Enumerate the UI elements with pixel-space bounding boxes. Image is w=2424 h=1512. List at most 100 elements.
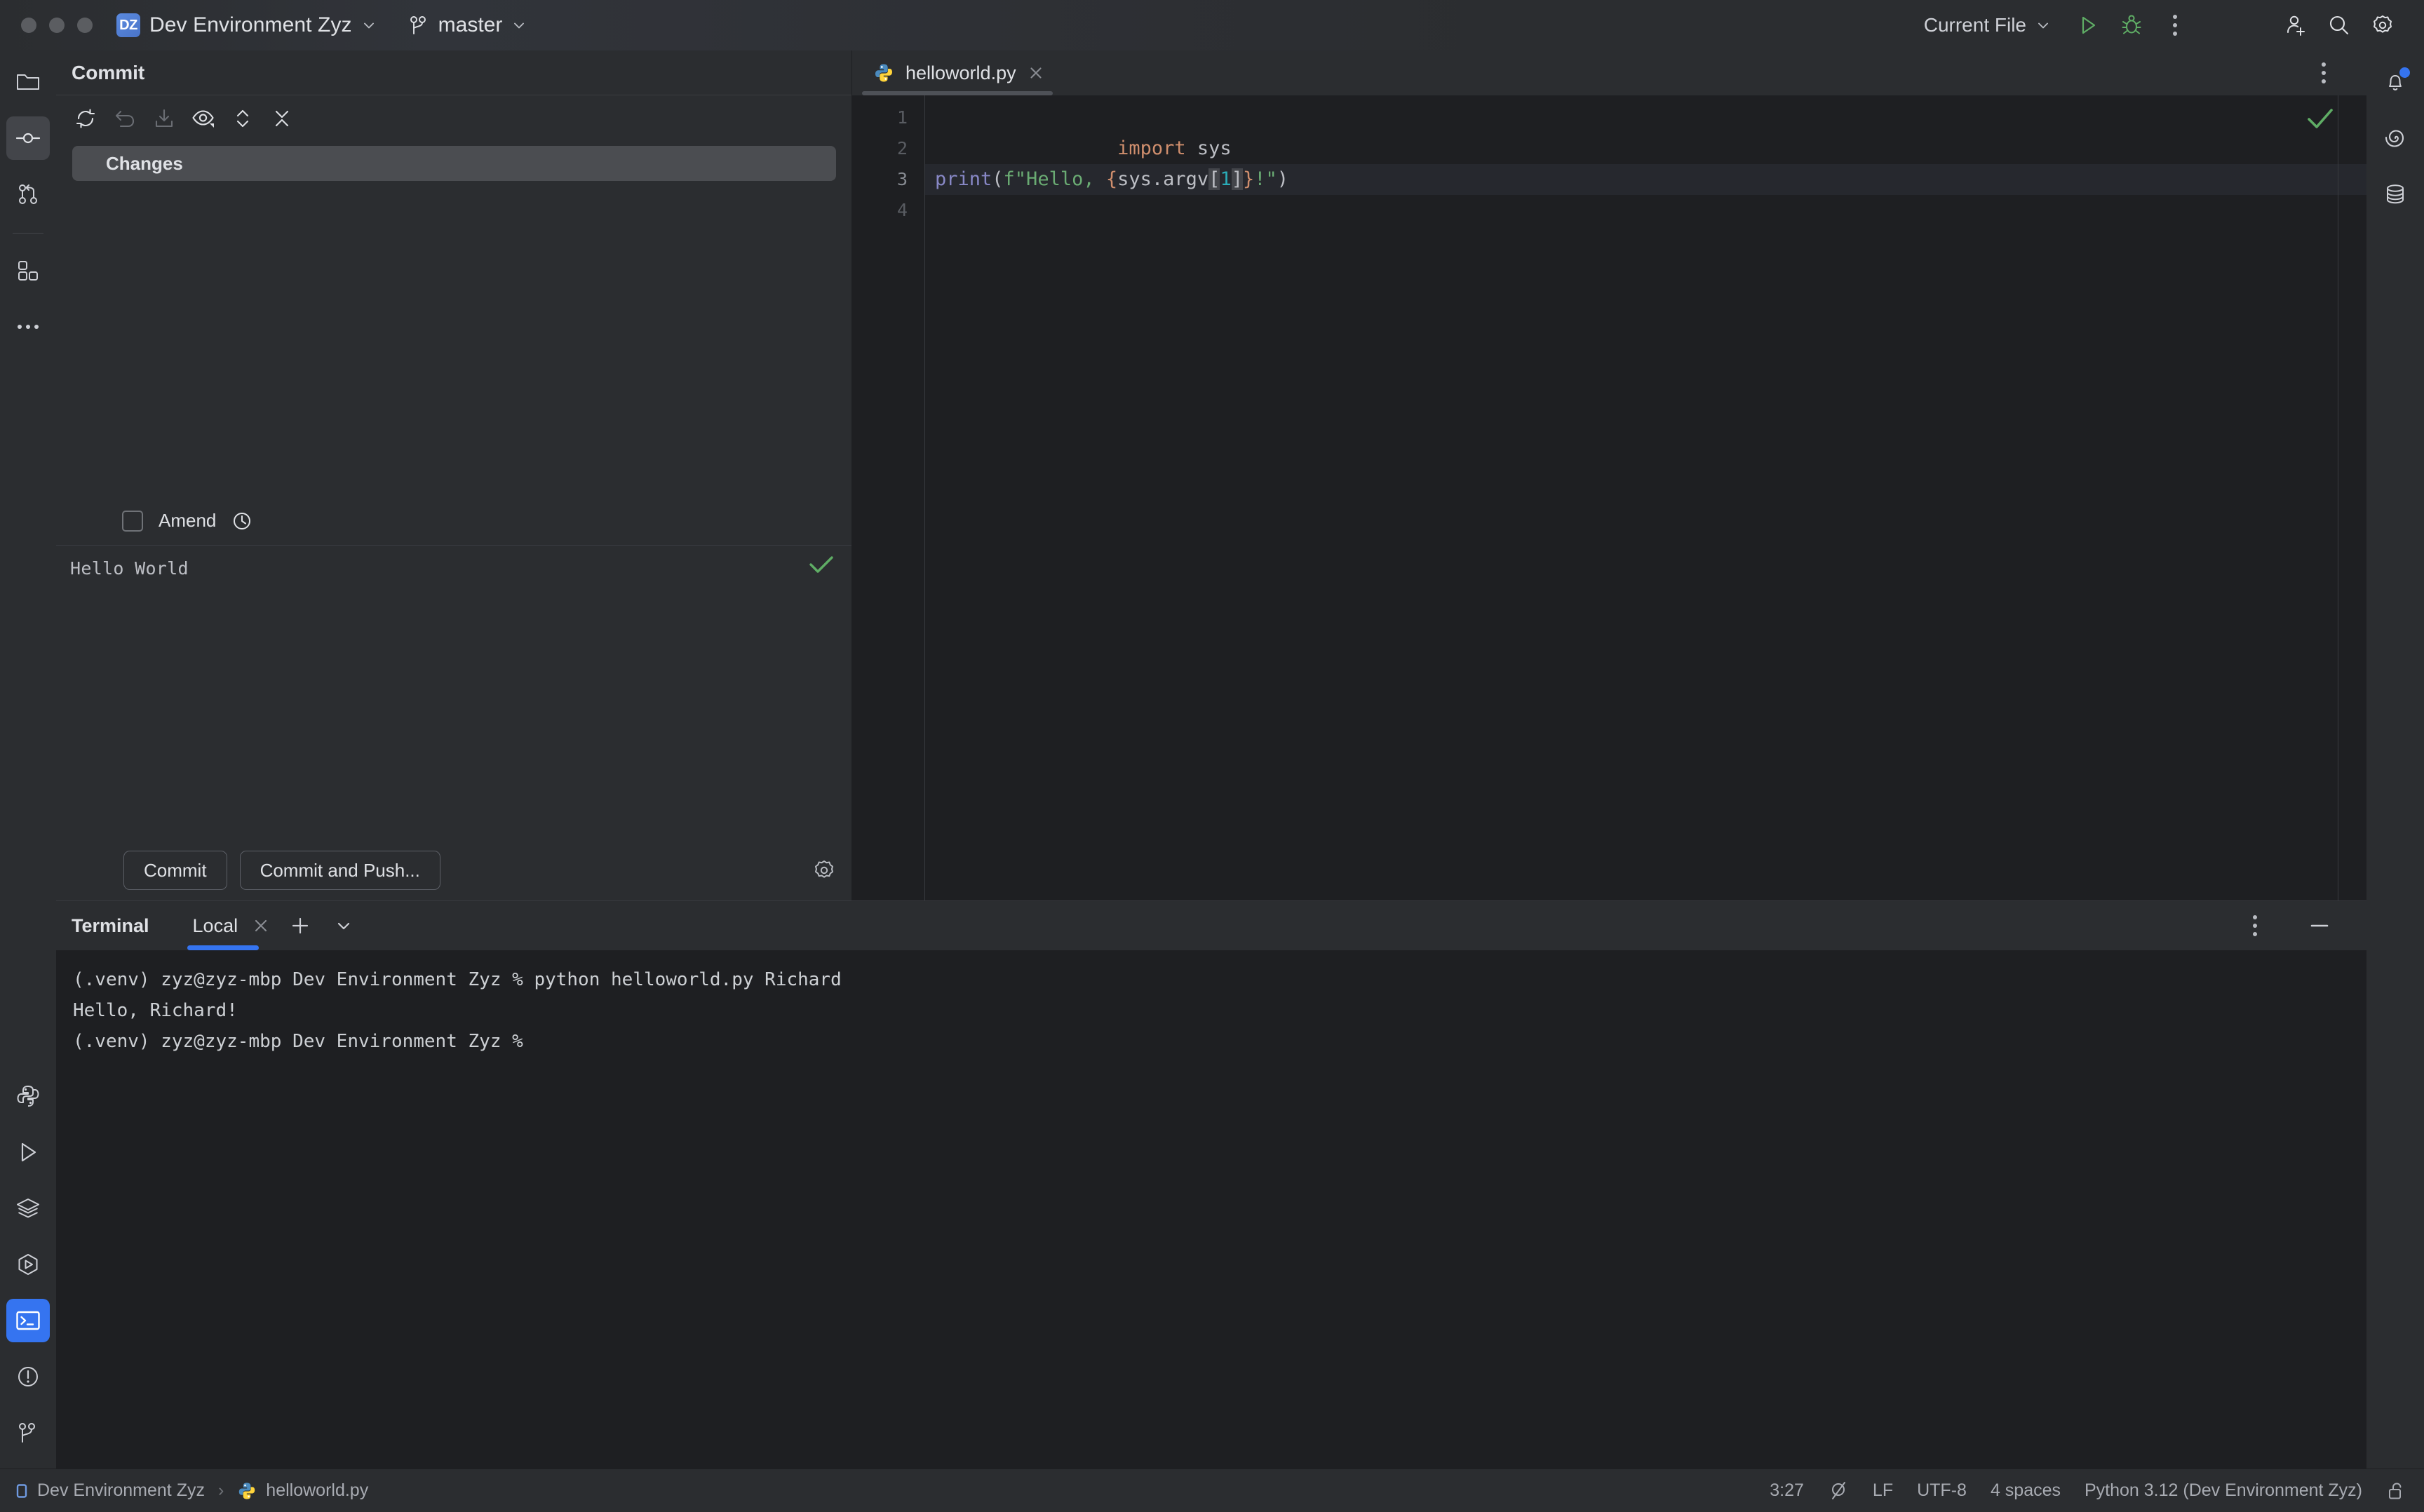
gear-icon[interactable] (812, 858, 836, 882)
terminal-tab-local[interactable]: Local (184, 901, 279, 950)
commit-message-text: Hello World (70, 558, 189, 579)
commit-message-area[interactable]: Hello World (56, 546, 851, 840)
sidebar-item-project[interactable] (6, 60, 50, 104)
terminal-tool-window: Terminal Local (.venv) zyz@zyz-mbp Dev E… (56, 900, 2366, 1469)
indent-setting[interactable]: 4 spaces (1991, 1480, 2061, 1501)
search-everywhere-button[interactable] (2317, 4, 2361, 47)
commit-button[interactable]: Commit (123, 851, 227, 890)
expand-collapse-button[interactable] (224, 100, 261, 137)
editor-tab-actions (2302, 51, 2366, 95)
no-access-icon[interactable] (1828, 1480, 1849, 1501)
sidebar-item-commit[interactable] (6, 116, 50, 160)
run-configuration-selector[interactable]: Current File (1924, 14, 2051, 36)
terminal-line: Hello, Richard! (73, 1000, 238, 1021)
terminal-tab-list-button[interactable] (322, 904, 365, 947)
terminal-header-actions (2233, 904, 2366, 947)
main-area: Commit Changes Amend Hello World Commit … (0, 50, 2424, 1469)
close-icon[interactable] (1028, 65, 1044, 81)
download-box-icon (154, 108, 175, 129)
minimize-window-button[interactable] (49, 18, 65, 33)
editor-gutter[interactable]: 1 2 3 4 (852, 95, 925, 900)
refresh-changes-button[interactable] (67, 100, 104, 137)
code-line-current: print(f"Hello, {sys.argv[1]}!") (925, 164, 2366, 195)
refresh-icon (74, 107, 97, 130)
run-button[interactable] (2066, 4, 2110, 47)
close-icon[interactable] (252, 917, 270, 935)
show-diff-preview-button[interactable] (185, 100, 222, 137)
more-actions-button[interactable] (2153, 4, 2197, 47)
collapse-all-icon (273, 108, 291, 129)
line-number: 3 (896, 169, 908, 189)
minimize-terminal-button[interactable] (2298, 904, 2341, 947)
amend-checkbox[interactable] (122, 510, 143, 532)
changes-tree-node[interactable]: Changes (72, 146, 836, 181)
sidebar-item-more-tool-windows[interactable] (6, 305, 50, 349)
more-vertical-icon (2322, 62, 2326, 83)
token-keyword: import (1117, 137, 1186, 159)
debug-button[interactable] (2110, 4, 2153, 47)
breadcrumb-separator: › (217, 1480, 224, 1500)
commit-and-push-button[interactable]: Commit and Push... (239, 851, 440, 890)
file-encoding[interactable]: UTF-8 (1917, 1480, 1967, 1501)
more-vertical-icon (2173, 15, 2177, 36)
project-badge: DZ (116, 13, 140, 37)
notification-badge (2399, 67, 2410, 78)
maximize-window-button[interactable] (77, 18, 93, 33)
changes-node-label: Changes (106, 152, 183, 174)
left-tool-stripe (0, 50, 56, 1469)
collapse-all-button[interactable] (264, 100, 300, 137)
python-file-icon (237, 1481, 257, 1501)
terminal-line: (.venv) zyz@zyz-mbp Dev Environment Zyz … (73, 1031, 534, 1052)
chevron-down-icon (2035, 18, 2051, 33)
changes-tree[interactable] (56, 181, 851, 497)
inspections-widget[interactable] (2305, 107, 2336, 130)
editor-body[interactable]: 1 2 3 4 import sys print(f"Hello, {sys.a… (852, 95, 2366, 900)
right-tool-stripe (2366, 50, 2424, 1469)
expand-collapse-icon (234, 107, 251, 130)
settings-button[interactable] (2361, 4, 2404, 47)
commit-actions: Commit Commit and Push... (56, 840, 851, 900)
code-content[interactable]: import sys print(f"Hello, {sys.argv[1]}!… (925, 95, 2366, 900)
clock-icon[interactable] (231, 511, 252, 532)
close-window-button[interactable] (21, 18, 36, 33)
editor-area: helloworld.py 1 2 3 4 import sys print(f… (852, 50, 2366, 900)
window-controls[interactable] (21, 18, 93, 33)
sidebar-item-python-packages[interactable] (6, 1243, 50, 1286)
branch-selector[interactable]: master (409, 13, 527, 37)
sidebar-item-run[interactable] (6, 1130, 50, 1174)
module-icon (15, 1483, 28, 1499)
breadcrumb[interactable]: Dev Environment Zyz › helloworld.py (15, 1480, 368, 1501)
project-selector[interactable]: DZ Dev Environment Zyz (116, 13, 377, 37)
add-collaborator-button[interactable] (2274, 4, 2317, 47)
python-interpreter[interactable]: Python 3.12 (Dev Environment Zyz) (2085, 1480, 2362, 1501)
line-separator[interactable]: LF (1873, 1480, 1893, 1501)
sidebar-item-problems[interactable] (6, 1355, 50, 1398)
sidebar-item-ai-assistant[interactable] (2374, 116, 2417, 160)
commit-panel-title: Commit (72, 61, 145, 83)
line-number: 4 (896, 200, 908, 220)
breadcrumb-project[interactable]: Dev Environment Zyz (37, 1480, 205, 1501)
breadcrumb-file[interactable]: helloworld.py (266, 1480, 368, 1501)
terminal-options-button[interactable] (2233, 904, 2277, 947)
run-configuration-label: Current File (1923, 14, 2026, 36)
new-terminal-tab-button[interactable] (278, 904, 322, 947)
token-expression: sys.argv (1117, 168, 1209, 190)
editor-options-button[interactable] (2302, 51, 2345, 95)
center-column: Commit Changes Amend Hello World Commit … (56, 50, 2366, 1469)
caret-position[interactable]: 3:27 (1770, 1480, 1804, 1501)
sidebar-item-git[interactable] (6, 1411, 50, 1454)
sidebar-item-terminal[interactable] (6, 1299, 50, 1342)
amend-row: Amend (56, 497, 851, 546)
sidebar-item-python-console[interactable] (6, 1074, 50, 1118)
sidebar-item-services[interactable] (6, 1187, 50, 1230)
token-paren-close: ) (1277, 168, 1289, 190)
plus-icon (290, 915, 311, 936)
upper-area: Commit Changes Amend Hello World Commit … (56, 50, 2366, 900)
editor-tab-helloworld[interactable]: helloworld.py (858, 50, 1057, 95)
unlocked-icon[interactable] (2386, 1480, 2406, 1501)
sidebar-item-notifications[interactable] (2374, 60, 2417, 104)
terminal-output[interactable]: (.venv) zyz@zyz-mbp Dev Environment Zyz … (56, 950, 2366, 1469)
sidebar-item-pull-requests[interactable] (6, 173, 50, 216)
sidebar-item-plugins[interactable] (6, 249, 50, 292)
sidebar-item-database[interactable] (2374, 173, 2417, 216)
